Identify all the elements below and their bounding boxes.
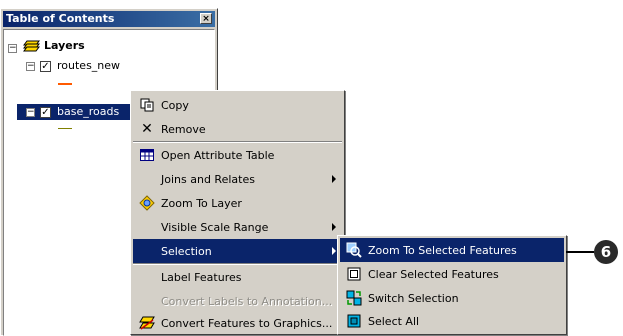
convert-graphics-icon [139,315,155,331]
menu-item-open-attribute-table[interactable]: Open Attribute Table [133,143,342,167]
line-symbol-icon[interactable] [58,128,72,129]
menu-item-visible-scale-range[interactable]: Visible Scale Range [133,215,342,239]
menu-item-convert-labels: Convert Labels to Annotation... [161,294,333,308]
menu-item-label-features[interactable]: Label Features [133,265,342,289]
menu-item-convert-features[interactable]: Convert Features to Graphics... [133,313,342,333]
step-callout: 6 [594,240,618,264]
menu-item-copy[interactable]: Copy [133,93,342,117]
layer-visibility-checkbox[interactable]: ✓ [40,107,51,118]
menu-item-joins-and-relates[interactable]: Joins and Relates [133,167,342,191]
menu-item-zoom-to-selected-features[interactable]: Zoom To Selected Features [340,238,564,262]
collapse-icon[interactable]: − [26,62,35,71]
submenu-arrow-icon [332,247,336,255]
copy-icon [139,97,155,113]
submenu-arrow-icon [332,223,336,231]
layers-icon [23,39,41,53]
collapse-icon[interactable]: − [8,44,17,53]
remove-icon: ✕ [141,121,153,137]
zoom-selected-icon [346,242,362,258]
toc-title-bar[interactable]: Table of Contents × [3,11,215,27]
layer-label-base-roads[interactable]: base_roads [57,105,119,118]
menu-item-selection[interactable]: Selection [133,239,342,263]
switch-selection-icon [346,290,362,306]
close-icon[interactable]: × [200,13,212,24]
layers-root-label[interactable]: Layers [44,39,85,52]
menu-item-zoom-to-layer[interactable]: Zoom To Layer [133,191,342,215]
menu-item-remove[interactable]: ✕ Remove [133,117,342,141]
layer-context-menu: Copy ✕ Remove Open Attribute Table Joins… [130,90,345,335]
menu-item-clear-selected-features[interactable]: Clear Selected Features [340,262,564,286]
collapse-icon[interactable]: − [26,108,35,117]
submenu-arrow-icon [332,175,336,183]
table-icon [139,147,155,163]
callout-line [566,251,594,253]
toc-title: Table of Contents [6,12,115,25]
line-symbol-icon[interactable] [58,83,72,85]
select-all-icon [346,313,362,329]
menu-item-switch-selection[interactable]: Switch Selection [340,286,564,310]
layer-visibility-checkbox[interactable]: ✓ [40,61,51,72]
layer-label-routes-new[interactable]: routes_new [57,59,120,72]
zoom-layer-icon [139,195,155,211]
selection-submenu: Zoom To Selected Features Clear Selected… [337,235,567,335]
menu-item-select-all[interactable]: Select All [340,310,564,332]
clear-selection-icon [346,266,362,282]
